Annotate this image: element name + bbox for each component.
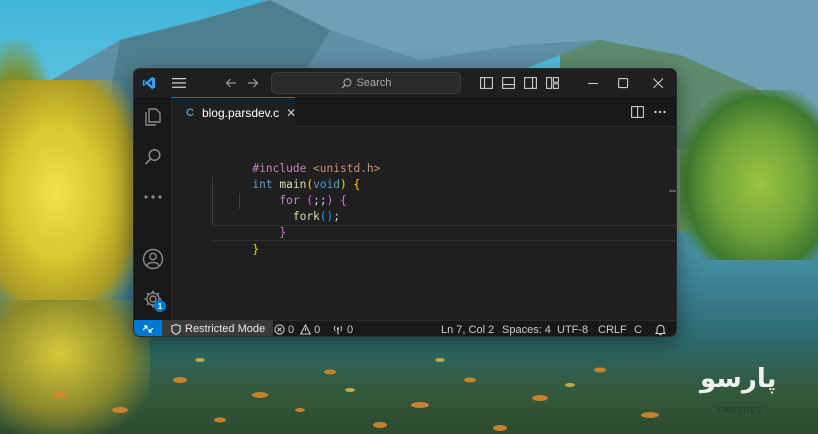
title-bar: Search: [134, 69, 676, 97]
vscode-logo-icon: [138, 69, 160, 97]
code-line-1: #include <unistd.h>: [252, 162, 381, 175]
warning-icon: [300, 324, 312, 335]
end-of-line[interactable]: CRLF: [598, 321, 627, 336]
manage-badge: 1: [154, 300, 166, 312]
manage-gear-icon[interactable]: 1: [134, 283, 172, 315]
minimize-icon[interactable]: [578, 69, 608, 97]
watermark-logo: پارسو: [700, 364, 777, 394]
notifications-icon[interactable]: [655, 321, 666, 336]
toggle-primary-sidebar-icon[interactable]: [475, 69, 497, 97]
restricted-mode-indicator[interactable]: Restricted Mode: [162, 320, 274, 336]
maximize-icon[interactable]: [608, 69, 638, 97]
status-bar: Restricted Mode 0 0 0 Ln 7, Col 2 Spaces…: [134, 320, 676, 336]
search-icon[interactable]: [134, 141, 172, 173]
code-line-6-current: }: [212, 225, 676, 256]
tab-label: blog.parsdev.c: [201, 105, 280, 120]
search-placeholder: Search: [356, 77, 392, 89]
remote-indicator[interactable]: [134, 320, 162, 336]
forward-arrow-icon[interactable]: [242, 69, 264, 97]
code-line-4: fork();: [292, 210, 341, 223]
tab-close-icon[interactable]: ✕: [286, 106, 296, 120]
activity-bar: 1: [134, 97, 172, 320]
restricted-mode-label: Restricted Mode: [185, 323, 266, 335]
ports-count: 0: [347, 323, 354, 336]
accounts-icon[interactable]: [134, 243, 172, 275]
warning-count: 0: [314, 323, 321, 336]
remote-icon: [142, 325, 154, 333]
back-arrow-icon[interactable]: [220, 69, 242, 97]
minimap[interactable]: [669, 190, 676, 192]
toggle-secondary-sidebar-icon[interactable]: [519, 69, 541, 97]
close-icon[interactable]: [642, 69, 674, 97]
broadcast-icon: [333, 325, 343, 335]
menu-icon[interactable]: [166, 69, 192, 97]
encoding[interactable]: UTF-8: [557, 321, 588, 336]
indentation[interactable]: Spaces: 4: [502, 321, 551, 336]
error-icon: [274, 324, 285, 335]
code-line-3: for (;;) {: [279, 194, 347, 207]
more-actions-icon[interactable]: [648, 97, 672, 127]
editor-tab-bar: C blog.parsdev.c ✕: [172, 97, 676, 127]
error-count: 0: [288, 323, 295, 336]
split-editor-icon[interactable]: [626, 97, 648, 127]
c-file-icon: C: [186, 106, 194, 119]
search-icon: [341, 78, 352, 88]
shield-icon: [171, 323, 181, 335]
code-editor[interactable]: #include <unistd.h> int main(void) { for…: [172, 127, 676, 320]
code-line-2: int main(void) {: [252, 178, 361, 191]
ports-indicator[interactable]: 0: [332, 321, 354, 336]
more-icon[interactable]: [134, 181, 172, 213]
explorer-icon[interactable]: [134, 101, 172, 133]
tab-blog-parsdev-c[interactable]: C blog.parsdev.c ✕: [172, 97, 296, 127]
command-center-search[interactable]: Search: [271, 72, 461, 94]
language-mode[interactable]: C: [634, 321, 642, 336]
cursor-position[interactable]: Ln 7, Col 2: [441, 321, 494, 336]
customize-layout-icon[interactable]: [541, 69, 563, 97]
watermark-subtext: PARSDEV: [718, 406, 763, 415]
problems-indicator[interactable]: 0 0: [274, 321, 321, 336]
code-line-5: }: [279, 226, 287, 239]
vscode-window: Search 1 C blog.parsdev.c ✕ #include <un…: [133, 68, 677, 337]
toggle-panel-icon[interactable]: [497, 69, 519, 97]
